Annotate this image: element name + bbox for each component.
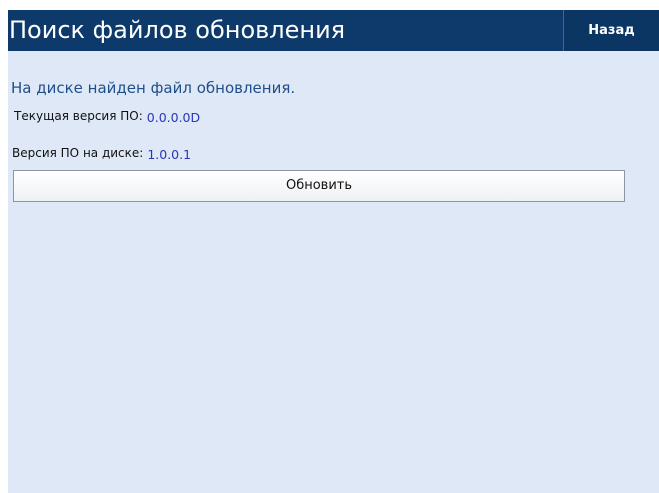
back-button[interactable]: Назад [563,10,659,51]
update-button[interactable]: Обновить [13,170,625,202]
current-version-value: 0.0.0.0D [146,110,201,125]
update-search-screen: Поиск файлов обновления Назад На диске н… [8,10,659,493]
header-bar: Поиск файлов обновления Назад [8,10,659,51]
page-title: Поиск файлов обновления [9,16,346,44]
current-version-label: Текущая версия ПО: [14,109,143,123]
current-version-row: Текущая версия ПО: 0.0.0.0D [14,106,200,125]
disk-version-row: Версия ПО на диске: 1.0.0.1 [12,143,191,162]
disk-version-value: 1.0.0.1 [147,147,192,162]
update-found-message: На диске найден файл обновления. [11,79,296,97]
disk-version-label: Версия ПО на диске: [12,146,144,160]
